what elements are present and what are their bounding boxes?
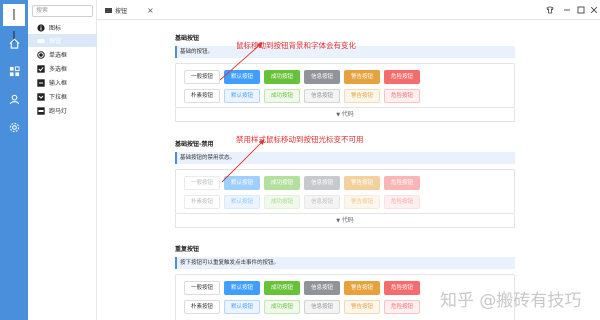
danger-button[interactable]: 危险按钮 [384, 70, 420, 84]
menu-item-button[interactable]: 按钮 [28, 34, 97, 47]
tab-icon [105, 7, 112, 13]
menu-item-select[interactable]: 下拉框 [28, 90, 97, 103]
tab-label: 按钮 [115, 7, 128, 15]
disabled-normal-button[interactable]: 一般按钮 [184, 176, 220, 190]
section-title: 基础按钮 [175, 35, 200, 42]
menu-item-label: 单选框 [49, 52, 68, 59]
tab-button[interactable]: 按钮 × [101, 3, 158, 17]
disabled-plain-button[interactable]: 朴素按钮 [184, 195, 220, 209]
annotation-hover: 鼠标移动到按钮背景和字体会有变化 [236, 41, 356, 50]
icon-rail: 丨丨 [0, 0, 28, 320]
plain-success-button[interactable]: 成功按钮 [264, 89, 300, 103]
button-icon [36, 36, 45, 45]
disabled-default-button[interactable]: 默认按钮 [224, 176, 260, 190]
menu-item-label: 跑马灯 [49, 108, 68, 115]
normal-button[interactable]: 一般按钮 [184, 281, 220, 295]
plain-info-button[interactable]: 信息按钮 [304, 300, 340, 314]
menu-item-checkbox[interactable]: 多选框 [28, 62, 97, 75]
disabled-info-button[interactable]: 信息按钮 [304, 176, 340, 190]
info-button[interactable]: 信息按钮 [304, 70, 340, 84]
menu-panel: 搜索 图标 按钮 单选框 多选框 输入框 下拉框 跑马灯 [28, 0, 97, 320]
code-toggle-label: 代码 [341, 217, 354, 224]
code-toggle[interactable]: ▼ 代码 [175, 214, 515, 228]
button-demo-box: 一般按钮 默认按钮 成功按钮 信息按钮 警告按钮 危险按钮 朴素按钮 默认按钮 … [175, 169, 515, 214]
disabled-plain-warning-button[interactable]: 警告按钮 [344, 195, 380, 209]
menu-item-label: 输入框 [49, 80, 68, 87]
section-desc: 按下按钮可以重复触发点击事件的按钮。 [175, 257, 515, 269]
menu-item-label: 多选框 [49, 66, 68, 73]
minimize-icon[interactable] [560, 3, 574, 17]
info-icon [36, 23, 45, 32]
annotation-disabled: 禁用样式鼠标移动到按钮光标变不可用 [236, 135, 364, 144]
menu-item-icon[interactable]: 图标 [28, 21, 97, 34]
section-title: 重复按钮 [175, 246, 200, 253]
plain-button[interactable]: 朴素按钮 [184, 300, 220, 314]
default-button[interactable]: 默认按钮 [224, 70, 260, 84]
watermark: 知乎 @搬砖有技巧 [440, 291, 582, 311]
content-area: 基础按钮 基础的按钮。 一般按钮 默认按钮 成功按钮 信息按钮 警告按钮 危险按… [97, 21, 600, 320]
info-button[interactable]: 信息按钮 [304, 281, 340, 295]
plain-success-button[interactable]: 成功按钮 [264, 300, 300, 314]
plain-danger-button[interactable]: 危险按钮 [384, 300, 420, 314]
code-toggle[interactable]: ▼ 代码 [175, 108, 515, 122]
plain-default-button[interactable]: 默认按钮 [224, 89, 260, 103]
checkbox-icon [36, 64, 45, 73]
tab-close-icon[interactable]: × [147, 6, 154, 15]
menu-item-input[interactable]: 输入框 [28, 76, 97, 89]
code-toggle-label: 代码 [341, 111, 354, 118]
input-icon [36, 78, 45, 87]
warning-button[interactable]: 警告按钮 [344, 70, 380, 84]
user-nav-icon[interactable] [0, 86, 28, 112]
disabled-danger-button[interactable]: 危险按钮 [384, 176, 420, 190]
disabled-plain-danger-button[interactable]: 危险按钮 [384, 195, 420, 209]
section-desc: 基础按钮的禁用状态。 [175, 152, 515, 164]
default-button[interactable]: 默认按钮 [224, 281, 260, 295]
normal-button[interactable]: 一般按钮 [184, 70, 220, 84]
disabled-plain-default-button[interactable]: 默认按钮 [224, 195, 260, 209]
menu-item-label: 图标 [49, 25, 62, 32]
marquee-icon [36, 106, 45, 115]
success-button[interactable]: 成功按钮 [264, 281, 300, 295]
home-nav-icon[interactable] [0, 30, 28, 56]
app-window: 丨丨 搜索 图标 按钮 单选框 多选框 输入框 下拉框 跑马灯 按钮 × 基础按… [0, 0, 600, 320]
danger-button[interactable]: 危险按钮 [384, 281, 420, 295]
menu-item-label: 下拉框 [49, 94, 68, 101]
maximize-icon[interactable] [574, 3, 588, 17]
search-input[interactable]: 搜索 [32, 5, 93, 17]
plain-button[interactable]: 朴素按钮 [184, 89, 220, 103]
menu-item-radio[interactable]: 单选框 [28, 48, 97, 61]
disabled-warning-button[interactable]: 警告按钮 [344, 176, 380, 190]
tab-bar: 按钮 × [97, 0, 600, 20]
disabled-success-button[interactable]: 成功按钮 [264, 176, 300, 190]
skin-icon[interactable] [543, 3, 557, 17]
section-title: 基础按钮-禁用 [175, 141, 214, 148]
success-button[interactable]: 成功按钮 [264, 70, 300, 84]
app-logo: 丨丨 [3, 4, 25, 44]
radio-icon [36, 50, 45, 59]
plain-warning-button[interactable]: 警告按钮 [344, 300, 380, 314]
disabled-plain-info-button[interactable]: 信息按钮 [304, 195, 340, 209]
plain-warning-button[interactable]: 警告按钮 [344, 89, 380, 103]
warning-button[interactable]: 警告按钮 [344, 281, 380, 295]
disabled-plain-success-button[interactable]: 成功按钮 [264, 195, 300, 209]
plain-default-button[interactable]: 默认按钮 [224, 300, 260, 314]
settings-nav-icon[interactable] [0, 114, 28, 140]
button-demo-box: 一般按钮 默认按钮 成功按钮 信息按钮 警告按钮 危险按钮 朴素按钮 默认按钮 … [175, 63, 515, 108]
menu-item-marquee[interactable]: 跑马灯 [28, 104, 97, 117]
plain-info-button[interactable]: 信息按钮 [304, 89, 340, 103]
select-icon [36, 92, 45, 101]
menu-item-label: 按钮 [49, 38, 62, 45]
close-icon[interactable] [587, 3, 600, 17]
plain-danger-button[interactable]: 危险按钮 [384, 89, 420, 103]
apps-nav-icon[interactable] [0, 58, 28, 84]
